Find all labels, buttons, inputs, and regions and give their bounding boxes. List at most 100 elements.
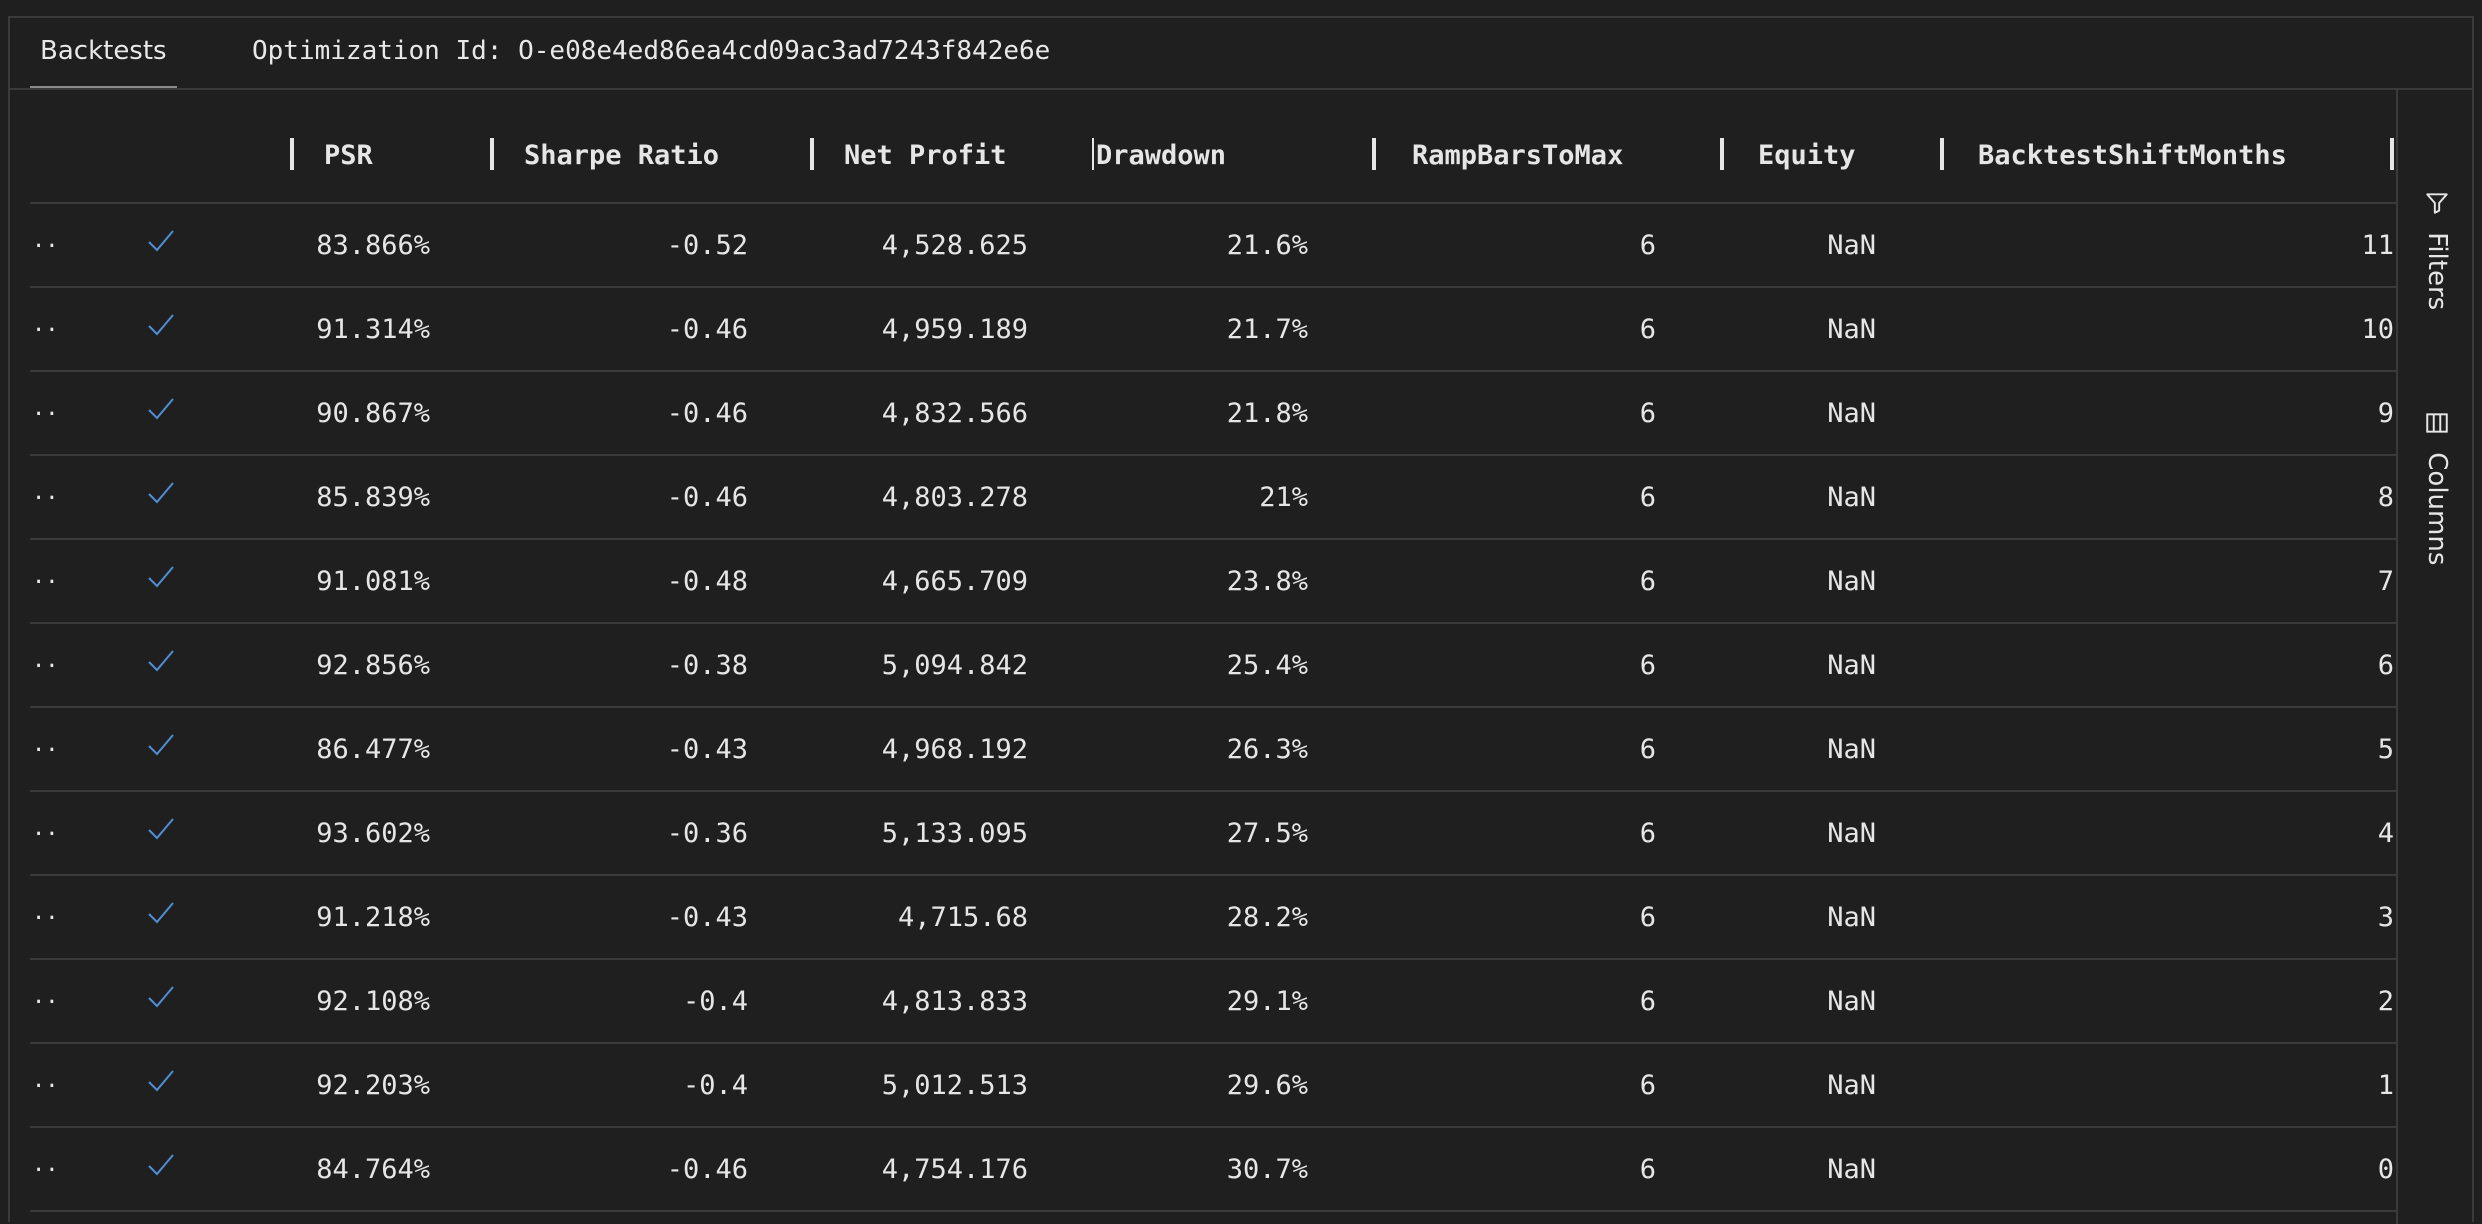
- backtests-panel: Backtests Optimization Id: O-e08e4ed86ea…: [8, 16, 2476, 1224]
- table-row[interactable]: .. 86.477% -0.43 4,968.192 26.3% 6 NaN 5: [30, 708, 2396, 792]
- tab-backtests[interactable]: Backtests: [30, 36, 177, 88]
- column-resize-handle[interactable]: [290, 138, 294, 170]
- column-header-sharpe-ratio[interactable]: Sharpe Ratio: [524, 140, 719, 171]
- cell-sharpe-ratio: -0.46: [666, 314, 748, 345]
- cell-drawdown: 23.8%: [1226, 566, 1308, 597]
- backtests-grid: PSR Sharpe Ratio Net Profit Drawdown Ram…: [30, 90, 2396, 1224]
- check-icon: [148, 1154, 174, 1176]
- table-row[interactable]: .. 85.839% -0.46 4,803.278 21% 6 NaN 8: [30, 456, 2396, 540]
- cell-drawdown: 27.5%: [1226, 818, 1308, 849]
- cell-psr: 90.867%: [316, 398, 430, 429]
- cell-psr: 92.203%: [316, 1070, 430, 1101]
- cell-equity: NaN: [1827, 1154, 1876, 1185]
- cell-psr: 84.764%: [316, 1154, 430, 1185]
- cell-net-profit: 5,012.513: [881, 1070, 1028, 1101]
- cell-backtest-shift-months: 2: [2377, 986, 2394, 1017]
- cell-sharpe-ratio: -0.36: [666, 818, 748, 849]
- filters-button[interactable]: Filters: [2422, 190, 2452, 310]
- optimization-id-label: Optimization Id: O-e08e4ed86ea4cd09ac3ad…: [252, 36, 1051, 66]
- table-row[interactable]: .. 92.203% -0.4 5,012.513 29.6% 6 NaN 1: [30, 1044, 2396, 1128]
- row-marker: ..: [32, 1068, 59, 1093]
- cell-sharpe-ratio: -0.52: [666, 230, 748, 261]
- columns-label: Columns: [2422, 452, 2452, 566]
- column-resize-handle[interactable]: [1372, 138, 1376, 170]
- column-resize-handle[interactable]: [810, 138, 814, 170]
- cell-backtest-shift-months: 6: [2377, 650, 2394, 681]
- row-marker: ..: [32, 732, 59, 757]
- row-marker: ..: [32, 396, 59, 421]
- row-marker: ..: [32, 228, 59, 253]
- filters-label: Filters: [2422, 232, 2452, 311]
- columns-button[interactable]: Columns: [2422, 410, 2452, 565]
- cell-psr: 91.218%: [316, 902, 430, 933]
- cell-backtest-shift-months: 11: [2361, 230, 2394, 261]
- cell-ramp-bars-to-max: 6: [1639, 734, 1656, 765]
- cell-net-profit: 4,665.709: [881, 566, 1028, 597]
- cell-sharpe-ratio: -0.46: [666, 1154, 748, 1185]
- table-row[interactable]: .. 91.081% -0.48 4,665.709 23.8% 6 NaN 7: [30, 540, 2396, 624]
- check-icon: [148, 818, 174, 840]
- cell-equity: NaN: [1827, 986, 1876, 1017]
- check-icon: [148, 314, 174, 336]
- column-header-ramp-bars-to-max[interactable]: RampBarsToMax: [1412, 140, 1623, 171]
- table-row[interactable]: .. 91.314% -0.46 4,959.189 21.7% 6 NaN 10: [30, 288, 2396, 372]
- side-bar: Filters Columns: [2396, 90, 2476, 1224]
- cell-psr: 93.602%: [316, 818, 430, 849]
- check-icon: [148, 230, 174, 252]
- cell-equity: NaN: [1827, 1070, 1876, 1101]
- row-marker: ..: [32, 984, 59, 1009]
- table-row[interactable]: .. 84.764% -0.46 4,754.176 30.7% 6 NaN 0: [30, 1128, 2396, 1212]
- cell-drawdown: 25.4%: [1226, 650, 1308, 681]
- cell-equity: NaN: [1827, 566, 1876, 597]
- check-icon: [148, 986, 174, 1008]
- column-resize-handle[interactable]: [2390, 138, 2394, 170]
- cell-backtest-shift-months: 4: [2377, 818, 2394, 849]
- cell-backtest-shift-months: 9: [2377, 398, 2394, 429]
- cell-ramp-bars-to-max: 6: [1639, 1070, 1656, 1101]
- column-header-net-profit[interactable]: Net Profit: [844, 140, 1007, 171]
- column-resize-handle[interactable]: [1092, 138, 1094, 170]
- cell-backtest-shift-months: 0: [2377, 1154, 2394, 1185]
- column-header-drawdown[interactable]: Drawdown: [1096, 140, 1226, 171]
- cell-psr: 92.856%: [316, 650, 430, 681]
- cell-drawdown: 21.8%: [1226, 398, 1308, 429]
- cell-net-profit: 4,959.189: [881, 314, 1028, 345]
- column-header-psr[interactable]: PSR: [324, 140, 373, 171]
- row-marker: ..: [32, 564, 59, 589]
- cell-equity: NaN: [1827, 482, 1876, 513]
- filter-icon: [2426, 193, 2448, 214]
- tab-bar: Backtests Optimization Id: O-e08e4ed86ea…: [10, 18, 2472, 90]
- table-row[interactable]: .. 91.218% -0.43 4,715.68 28.2% 6 NaN 3: [30, 876, 2396, 960]
- column-resize-handle[interactable]: [490, 138, 494, 170]
- table-row[interactable]: .. 93.602% -0.36 5,133.095 27.5% 6 NaN 4: [30, 792, 2396, 876]
- cell-drawdown: 29.1%: [1226, 986, 1308, 1017]
- cell-drawdown: 21%: [1259, 482, 1308, 513]
- cell-backtest-shift-months: 10: [2361, 314, 2394, 345]
- check-icon: [148, 398, 174, 420]
- cell-equity: NaN: [1827, 902, 1876, 933]
- cell-ramp-bars-to-max: 6: [1639, 482, 1656, 513]
- row-marker: ..: [32, 816, 59, 841]
- cell-net-profit: 4,528.625: [881, 230, 1028, 261]
- cell-psr: 86.477%: [316, 734, 430, 765]
- check-icon: [148, 482, 174, 504]
- table-row[interactable]: .. 90.867% -0.46 4,832.566 21.8% 6 NaN 9: [30, 372, 2396, 456]
- table-row[interactable]: .. 92.856% -0.38 5,094.842 25.4% 6 NaN 6: [30, 624, 2396, 708]
- column-header-equity[interactable]: Equity: [1758, 140, 1856, 171]
- cell-drawdown: 30.7%: [1226, 1154, 1308, 1185]
- row-marker: ..: [32, 1152, 59, 1177]
- cell-backtest-shift-months: 3: [2377, 902, 2394, 933]
- column-resize-handle[interactable]: [1940, 138, 1944, 170]
- cell-net-profit: 4,715.68: [897, 902, 1028, 933]
- cell-drawdown: 21.7%: [1226, 314, 1308, 345]
- cell-backtest-shift-months: 5: [2377, 734, 2394, 765]
- column-resize-handle[interactable]: [1720, 138, 1724, 170]
- grid-header: PSR Sharpe Ratio Net Profit Drawdown Ram…: [30, 90, 2396, 204]
- table-row[interactable]: .. 92.108% -0.4 4,813.833 29.1% 6 NaN 2: [30, 960, 2396, 1044]
- check-icon: [148, 902, 174, 924]
- cell-ramp-bars-to-max: 6: [1639, 1154, 1656, 1185]
- column-header-backtest-shift-months[interactable]: BacktestShiftMonths: [1978, 140, 2287, 171]
- table-row[interactable]: .. 83.866% -0.52 4,528.625 21.6% 6 NaN 11: [30, 204, 2396, 288]
- cell-equity: NaN: [1827, 230, 1876, 261]
- cell-sharpe-ratio: -0.38: [666, 650, 748, 681]
